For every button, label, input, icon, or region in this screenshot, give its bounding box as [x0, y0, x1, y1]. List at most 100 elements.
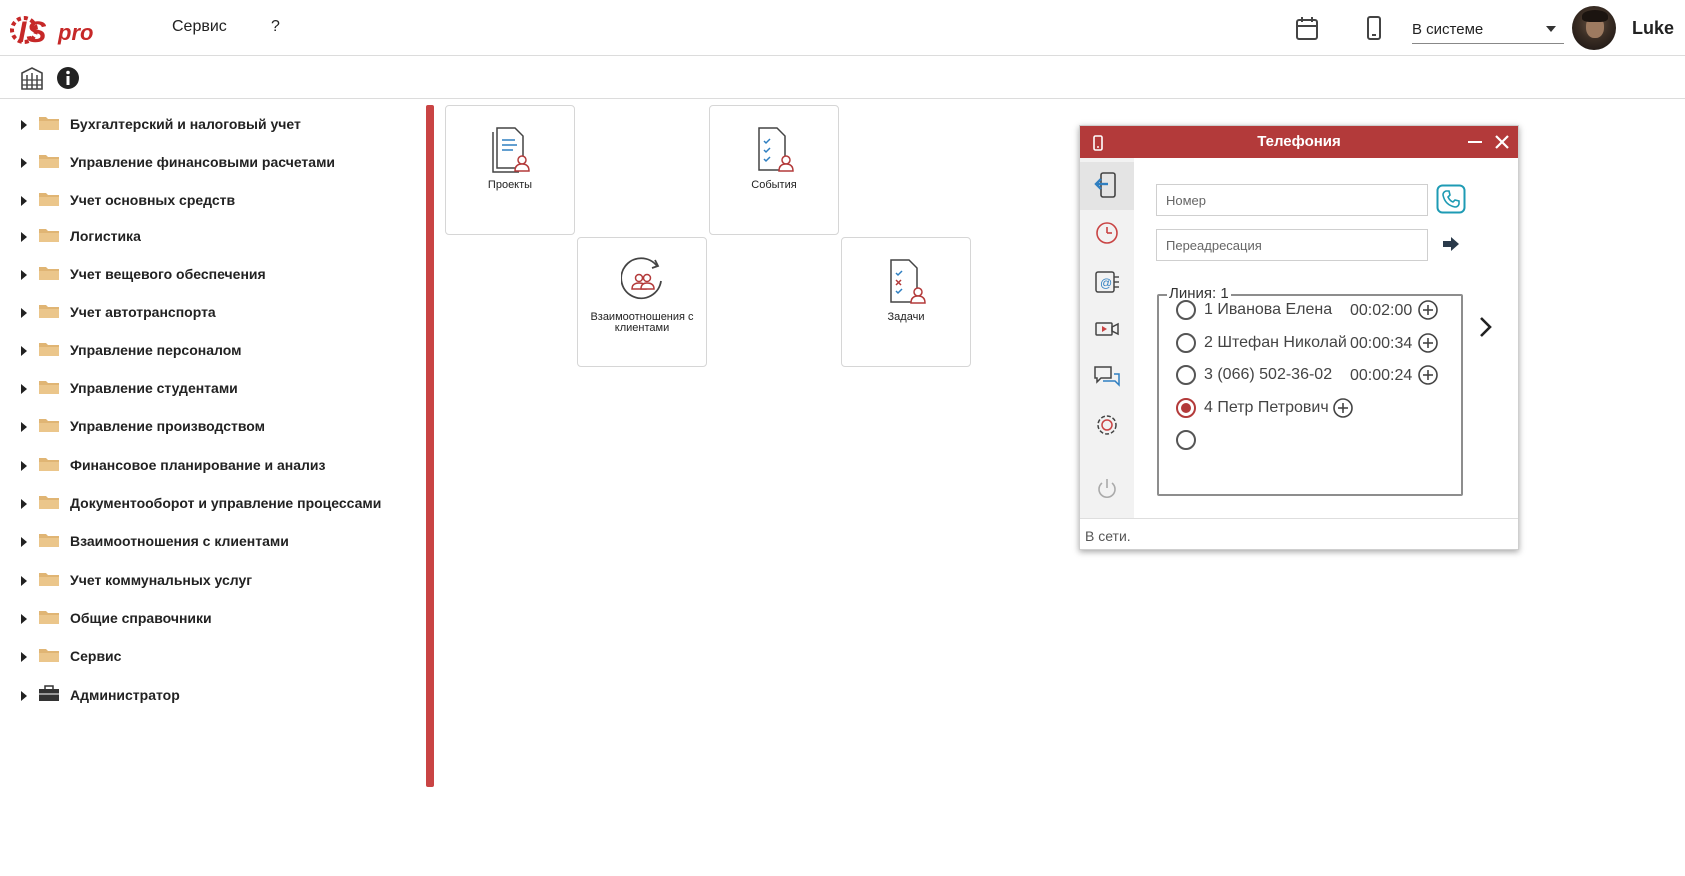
expand-arrow-icon[interactable] [21, 308, 27, 318]
add-line-icon[interactable] [1332, 397, 1354, 419]
line-radio[interactable] [1176, 430, 1196, 450]
contacts-email-icon[interactable]: @ [1092, 266, 1122, 296]
expand-arrow-icon[interactable] [21, 614, 27, 624]
tile-label: Проекты [487, 179, 533, 191]
sidebar-item[interactable]: Бухгалтерский и налоговый учет [0, 104, 420, 144]
sidebar-item[interactable]: Управление персоналом [0, 330, 420, 370]
sidebar-item[interactable]: Общие справочники [0, 598, 420, 638]
expand-arrow-icon[interactable] [21, 652, 27, 662]
line-row[interactable]: 3 (066) 502-36-02 00:00:24 [1176, 363, 1456, 389]
telephony-header[interactable]: Телефония [1080, 126, 1518, 158]
line-radio[interactable] [1176, 398, 1196, 418]
expand-arrow-icon[interactable] [21, 461, 27, 471]
line-group [1157, 294, 1463, 496]
sidebar-item-label: Учет автотранспорта [70, 304, 216, 320]
sidebar-item[interactable]: Документооборот и управление процессами [0, 483, 420, 523]
secondary-toolbar [0, 57, 1685, 99]
line-radio[interactable] [1176, 365, 1196, 385]
sidebar-item[interactable]: Учет автотранспорта [0, 292, 420, 332]
sidebar-item-label: Документооборот и управление процессами [70, 495, 382, 511]
organization-icon[interactable] [19, 65, 45, 91]
forward-arrow-icon[interactable] [1440, 234, 1462, 254]
sidebar-item-label: Управление персоналом [70, 342, 242, 358]
top-bar: IS pro Сервис ? В системе Luke [0, 0, 1685, 56]
tile-tasks[interactable]: Задачи [841, 237, 971, 367]
line-caller-name: 1 Иванова Елена [1204, 301, 1333, 318]
line-duration: 00:00:24 [1350, 367, 1413, 384]
user-name[interactable]: Luke [1632, 18, 1674, 39]
sidebar-item-label: Учет вещевого обеспечения [70, 266, 266, 282]
chat-icon[interactable] [1092, 362, 1122, 392]
line-row[interactable] [1176, 428, 1456, 454]
mobile-phone-icon[interactable] [1361, 14, 1387, 42]
folder-icon [39, 611, 59, 624]
expand-arrow-icon[interactable] [21, 270, 27, 280]
folder-icon [39, 649, 59, 662]
sidebar-item-label: Управление студентами [70, 380, 238, 396]
tile-events[interactable]: События [709, 105, 839, 235]
line-row[interactable]: 1 Иванова Елена 00:02:00 [1176, 298, 1456, 324]
sidebar-item[interactable]: Управление студентами [0, 368, 420, 408]
folder-icon [39, 267, 59, 280]
sidebar-item[interactable]: Учет основных средств [0, 180, 420, 220]
line-row[interactable]: 2 Штефан Николай 00:00:34 [1176, 331, 1456, 357]
expand-arrow-icon[interactable] [21, 384, 27, 394]
sidebar-item[interactable]: Учет коммунальных услуг [0, 560, 420, 600]
sidebar-item[interactable]: Управление производством [0, 406, 420, 446]
menu-service[interactable]: Сервис [172, 18, 227, 36]
expand-arrow-icon[interactable] [21, 346, 27, 356]
sidebar-item[interactable]: Взаимоотношения с клиентами [0, 521, 420, 561]
tile-projects[interactable]: Проекты [445, 105, 575, 235]
sidebar-item[interactable]: Логистика [0, 216, 420, 256]
svg-text:@: @ [1100, 276, 1112, 290]
close-icon[interactable] [1493, 133, 1511, 151]
line-caller-name: 4 Петр Петрович [1204, 399, 1329, 416]
add-line-icon[interactable] [1417, 364, 1439, 386]
expand-arrow-icon[interactable] [21, 120, 27, 130]
calendar-icon[interactable] [1294, 14, 1320, 42]
chevron-right-icon[interactable] [1475, 314, 1495, 340]
minimize-icon[interactable] [1466, 133, 1484, 151]
sidebar-splitter[interactable] [426, 105, 434, 787]
number-input[interactable] [1156, 184, 1428, 216]
expand-arrow-icon[interactable] [21, 196, 27, 206]
folder-icon [39, 193, 59, 206]
expand-arrow-icon[interactable] [21, 576, 27, 586]
expand-arrow-icon[interactable] [21, 691, 27, 701]
avatar[interactable] [1572, 6, 1616, 50]
sidebar-item[interactable]: Управление финансовыми расчетами [0, 142, 420, 182]
status-dropdown[interactable]: В системе [1412, 14, 1564, 44]
line-caller-name: 2 Штефан Николай [1204, 334, 1347, 351]
expand-arrow-icon[interactable] [21, 158, 27, 168]
tile-client-relations[interactable]: Взаимоотношения с клиентами [577, 237, 707, 367]
line-row[interactable]: 4 Петр Петрович [1176, 396, 1456, 422]
power-icon[interactable] [1092, 474, 1122, 504]
incoming-call-icon[interactable] [1092, 170, 1122, 200]
menu-help[interactable]: ? [271, 18, 280, 36]
sidebar-item[interactable]: Сервис [0, 636, 420, 676]
expand-arrow-icon[interactable] [21, 422, 27, 432]
ispro-logo[interactable]: IS pro [10, 4, 98, 52]
expand-arrow-icon[interactable] [21, 232, 27, 242]
line-radio[interactable] [1176, 333, 1196, 353]
tile-label: События [751, 179, 797, 191]
video-call-icon[interactable] [1092, 314, 1122, 344]
sidebar-item[interactable]: Финансовое планирование и анализ [0, 445, 420, 485]
sidebar-item[interactable]: Администратор [0, 675, 420, 715]
forward-input[interactable] [1156, 229, 1428, 261]
call-button[interactable] [1436, 184, 1466, 214]
add-line-icon[interactable] [1417, 332, 1439, 354]
line-caller-name: 3 (066) 502-36-02 [1204, 366, 1333, 383]
info-icon[interactable] [55, 65, 81, 91]
expand-arrow-icon[interactable] [21, 499, 27, 509]
svg-text:pro: pro [57, 20, 93, 45]
sidebar-item[interactable]: Учет вещевого обеспечения [0, 254, 420, 294]
line-radio[interactable] [1176, 300, 1196, 320]
settings-gear-icon[interactable] [1092, 410, 1122, 440]
call-history-icon[interactable] [1092, 218, 1122, 248]
expand-arrow-icon[interactable] [21, 537, 27, 547]
folder-icon [39, 496, 59, 509]
svg-text:IS: IS [18, 16, 46, 49]
add-line-icon[interactable] [1417, 299, 1439, 321]
sidebar-item-label: Общие справочники [70, 610, 212, 626]
